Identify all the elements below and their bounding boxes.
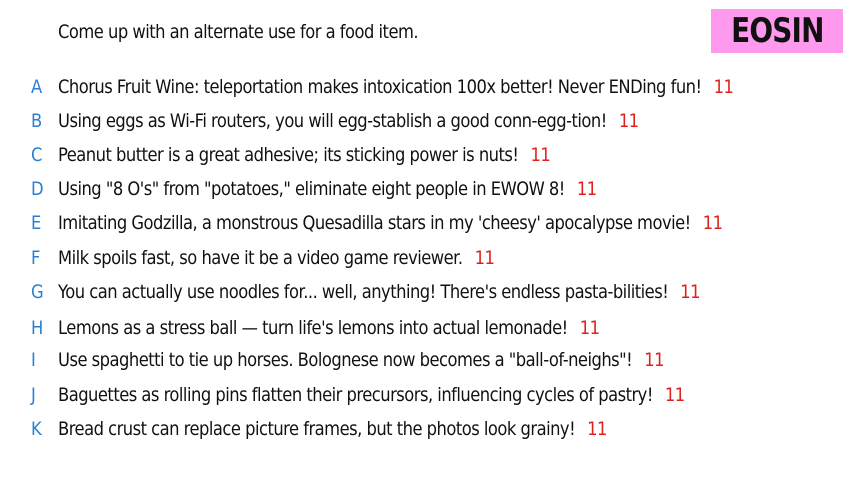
response-text: Using eggs as Wi-Fi routers, you will eg… — [58, 110, 607, 132]
response-letter: H — [31, 317, 44, 339]
response-row: E Imitating Godzilla, a monstrous Quesad… — [0, 210, 853, 236]
response-score: 11 — [713, 76, 734, 98]
response-text: Chorus Fruit Wine: teleportation makes i… — [58, 76, 702, 98]
response-entry: Using "8 O's" from "potatoes," eliminate… — [58, 176, 597, 202]
response-letter: I — [31, 349, 36, 371]
response-text: Bread crust can replace picture frames, … — [58, 418, 576, 440]
response-score: 11 — [579, 317, 600, 339]
prompt-text: Come up with an alternate use for a food… — [58, 21, 419, 43]
response-text: Imitating Godzilla, a monstrous Quesadil… — [58, 212, 691, 234]
response-row: C Peanut butter is a great adhesive; its… — [0, 142, 853, 168]
response-score: 11 — [680, 281, 701, 303]
response-letter: G — [31, 281, 44, 303]
response-text: Peanut butter is a great adhesive; its s… — [58, 144, 519, 166]
response-entry: Peanut butter is a great adhesive; its s… — [58, 142, 551, 168]
response-entry: You can actually use noodles for... well… — [58, 279, 701, 305]
response-score: 11 — [587, 418, 607, 440]
response-letter: F — [31, 247, 41, 269]
response-entry: Milk spoils fast, so have it be a video … — [58, 245, 495, 271]
response-score: 11 — [576, 178, 597, 200]
response-letter: E — [31, 212, 42, 234]
response-letter: K — [31, 418, 42, 440]
response-entry: Using eggs as Wi-Fi routers, you will eg… — [58, 108, 639, 134]
response-letter: B — [31, 110, 43, 132]
response-row: I Use spaghetti to tie up horses. Bologn… — [0, 347, 853, 373]
response-text: You can actually use noodles for... well… — [58, 281, 669, 303]
response-entry: Chorus Fruit Wine: teleportation makes i… — [58, 74, 734, 100]
response-score: 11 — [644, 349, 665, 371]
response-text: Using "8 O's" from "potatoes," eliminate… — [58, 178, 565, 200]
response-row: F Milk spoils fast, so have it be a vide… — [0, 245, 853, 271]
response-row: J Baguettes as rolling pins flatten thei… — [0, 382, 853, 408]
response-letter: J — [31, 384, 36, 406]
response-row: H Lemons as a stress ball — turn life's … — [0, 315, 853, 341]
response-score: 11 — [618, 110, 639, 132]
response-text: Milk spoils fast, so have it be a video … — [58, 247, 463, 269]
contestant-name-badge: EOSIN — [711, 9, 843, 53]
response-letter: A — [31, 76, 43, 98]
response-row: B Using eggs as Wi-Fi routers, you will … — [0, 108, 853, 134]
response-entry: Imitating Godzilla, a monstrous Quesadil… — [58, 210, 723, 236]
response-row: K Bread crust can replace picture frames… — [0, 416, 853, 442]
response-score: 11 — [530, 144, 551, 166]
response-row: D Using "8 O's" from "potatoes," elimina… — [0, 176, 853, 202]
response-text: Lemons as a stress ball — turn life's le… — [58, 317, 568, 339]
response-score: 11 — [702, 212, 723, 234]
response-score: 11 — [664, 384, 685, 406]
contestant-name: EOSIN — [730, 11, 824, 51]
response-entry: Use spaghetti to tie up horses. Bolognes… — [58, 347, 665, 373]
response-row: G You can actually use noodles for... we… — [0, 279, 853, 305]
response-letter: C — [31, 144, 43, 166]
response-score: 11 — [474, 247, 495, 269]
response-text: Use spaghetti to tie up horses. Bolognes… — [58, 349, 633, 371]
response-entry: Baguettes as rolling pins flatten their … — [58, 382, 685, 408]
response-entry: Bread crust can replace picture frames, … — [58, 416, 607, 442]
response-entry: Lemons as a stress ball — turn life's le… — [58, 315, 600, 341]
response-letter: D — [31, 178, 44, 200]
response-row: A Chorus Fruit Wine: teleportation makes… — [0, 74, 853, 100]
response-text: Baguettes as rolling pins flatten their … — [58, 384, 653, 406]
